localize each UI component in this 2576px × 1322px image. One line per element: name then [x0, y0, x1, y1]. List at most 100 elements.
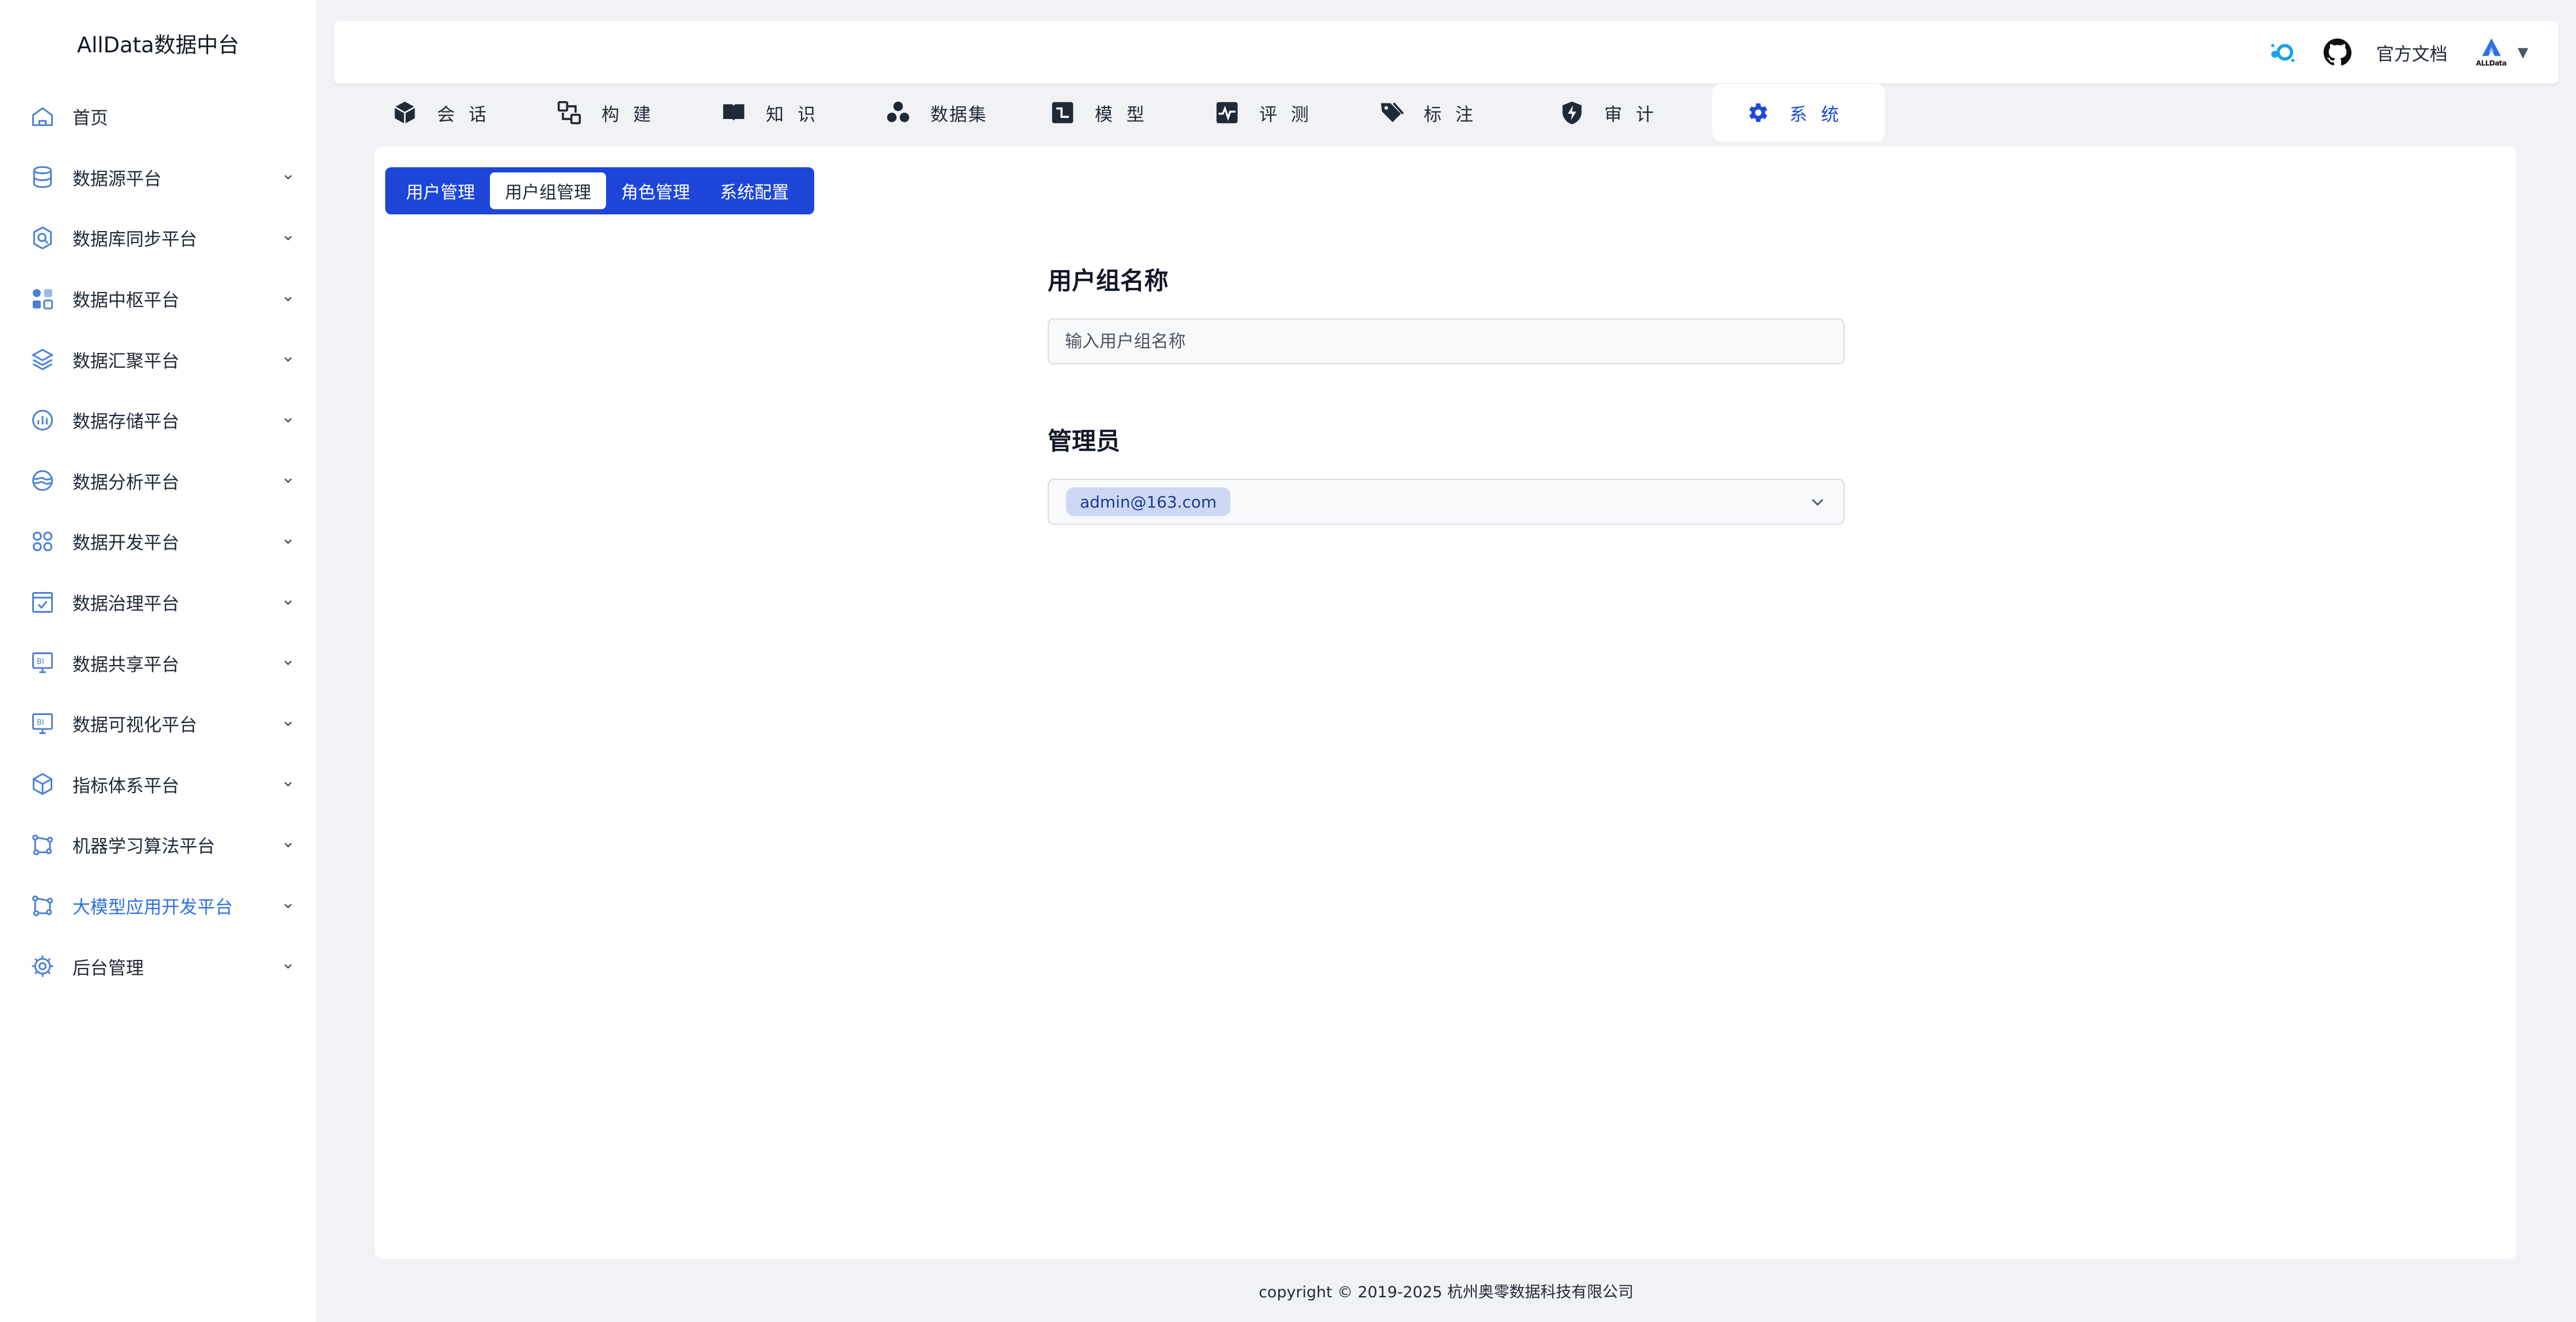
shield-bolt-icon	[1562, 101, 1582, 125]
ml-icon	[32, 834, 53, 855]
github-icon[interactable]	[2321, 36, 2353, 68]
tab-label: 标注	[1424, 104, 1487, 125]
layers-icon	[31, 348, 54, 371]
module-tabs: 会话 构建 知识 数据集 模型 评测 标注 审计 系统	[363, 84, 2514, 144]
admin-label: 管理员	[1048, 427, 1121, 455]
tab-system[interactable]: 系统	[1712, 84, 1885, 141]
sidebar-item-admin[interactable]: 后台管理	[0, 936, 316, 997]
sidebar-item-sharing[interactable]: BI 数据共享平台	[0, 632, 316, 693]
footer: copyright © 2019-2025 杭州奥零数据科技有限公司	[316, 1259, 2576, 1322]
tab-annotation[interactable]: 标注	[1379, 84, 1487, 141]
chevron-down-icon	[284, 297, 292, 301]
chevron-down-icon	[284, 964, 292, 969]
chevron-down-icon	[284, 478, 292, 483]
chevron-down-icon	[284, 599, 292, 605]
cluster-icon	[32, 531, 53, 552]
grid-icon	[32, 289, 53, 309]
sidebar-item-label: 数据共享平台	[72, 654, 179, 675]
sidebar-item-label: 数据存储平台	[72, 412, 179, 433]
chevron-down-icon	[284, 539, 292, 544]
sidebar-item-label: 机器学习算法平台	[72, 836, 215, 858]
tab-label: 审计	[1604, 104, 1667, 125]
sidebar-item-label: 首页	[72, 108, 108, 129]
sidebar-item-visualization[interactable]: BI 数据可视化平台	[0, 693, 316, 754]
subtab-user-management[interactable]: 用户管理	[391, 172, 490, 209]
sidebar-item-development[interactable]: 数据开发平台	[0, 511, 316, 572]
tab-label: 评测	[1259, 104, 1322, 125]
copyright-text: copyright © 2019-2025 杭州奥零数据科技有限公司	[1259, 1283, 1634, 1301]
subtab-system-config[interactable]: 系统配置	[705, 172, 804, 209]
sidebar-item-label: 数据中枢平台	[72, 290, 179, 312]
user-menu[interactable]: ALLData ▼	[2471, 37, 2528, 67]
system-subtabs: 用户管理 用户组管理 角色管理 系统配置	[385, 167, 814, 214]
sidebar-item-aggregation[interactable]: 数据汇聚平台	[0, 329, 316, 390]
sync-icon	[33, 226, 52, 250]
logo-text: ALLData	[2476, 59, 2507, 67]
tab-build[interactable]: 构建	[557, 84, 665, 141]
sidebar-menu: 首页 数据源平台 数据库同步平台 数据中枢平台 数据汇聚平台 数据存储平台 数据…	[0, 86, 316, 997]
tab-evaluation[interactable]: 评测	[1214, 84, 1322, 141]
sidebar-item-label: 数据开发平台	[72, 533, 179, 554]
chevron-down-icon	[284, 357, 292, 362]
tab-model[interactable]: 模型	[1050, 84, 1158, 141]
cube-solid-icon	[394, 101, 416, 124]
tab-knowledge[interactable]: 知识	[721, 84, 829, 141]
chevron-down-icon	[1812, 499, 1823, 506]
tab-label: 系统	[1789, 104, 1853, 125]
chevron-down-icon	[284, 175, 292, 180]
bi-monitor-icon: BI	[32, 652, 53, 674]
sidebar-item-label: 大模型应用开发平台	[72, 897, 233, 919]
subtab-user-group-management[interactable]: 用户组管理	[490, 172, 606, 209]
gear-solid-icon	[1749, 103, 1768, 122]
tab-dataset[interactable]: 数据集	[885, 84, 987, 141]
bi-monitor-icon: BI	[32, 713, 53, 734]
sidebar-item-datasource[interactable]: 数据源平台	[0, 147, 316, 208]
chevron-down-icon	[284, 903, 292, 908]
sidebar-item-analysis[interactable]: 数据分析平台	[0, 451, 316, 512]
sidebar-item-datahub[interactable]: 数据中枢平台	[0, 268, 316, 329]
tab-label: 模型	[1095, 104, 1158, 125]
build-icon	[557, 101, 581, 125]
chevron-down-icon	[284, 843, 292, 848]
sidebar-item-label: 数据可视化平台	[72, 715, 197, 736]
sidebar-item-label: 数据汇聚平台	[72, 351, 179, 372]
official-docs-link[interactable]: 官方文档	[2376, 40, 2448, 66]
sidebar-item-llm-dev[interactable]: 大模型应用开发平台	[0, 875, 316, 936]
user-group-form: 用户组名称 管理员 admin@163.com	[1048, 262, 1845, 525]
subtab-role-management[interactable]: 角色管理	[606, 172, 705, 209]
ai-assistant-icon[interactable]	[2266, 36, 2298, 68]
sidebar-item-label: 后台管理	[72, 958, 144, 979]
model-icon	[1052, 102, 1074, 124]
tab-label: 数据集	[930, 104, 987, 125]
sidebar-item-label: 数据治理平台	[72, 594, 179, 615]
sidebar-item-metrics[interactable]: 指标体系平台	[0, 754, 316, 815]
ml-icon	[32, 895, 53, 916]
alldata-logo-icon	[2482, 38, 2501, 56]
admin-tag[interactable]: admin@163.com	[1066, 487, 1230, 516]
tab-chat[interactable]: 会话	[392, 84, 500, 141]
group-name-label: 用户组名称	[1048, 267, 1169, 295]
tab-audit[interactable]: 审计	[1559, 84, 1667, 141]
svg-text:BI: BI	[37, 658, 44, 666]
database-icon	[33, 166, 52, 189]
chevron-down-icon	[284, 660, 292, 666]
chevron-down-icon	[284, 782, 292, 787]
storage-chart-icon	[32, 409, 53, 431]
chevron-down-icon	[284, 721, 292, 727]
admin-gear-icon	[32, 955, 53, 977]
cube-icon	[32, 773, 53, 795]
group-name-input[interactable]	[1048, 318, 1845, 364]
tab-label: 知识	[766, 104, 829, 125]
pulse-icon	[1216, 102, 1238, 124]
sidebar: AllData数据中台 首页 数据源平台 数据库同步平台 数据中枢平台 数据汇聚…	[0, 0, 316, 1322]
tags-icon	[1381, 102, 1404, 122]
sidebar-item-home[interactable]: 首页	[0, 86, 316, 147]
sidebar-item-label: 数据库同步平台	[72, 229, 197, 251]
dataset-icon	[887, 101, 910, 122]
sidebar-item-governance[interactable]: 数据治理平台	[0, 572, 316, 633]
alldata-logo: ALLData	[2471, 37, 2512, 67]
sidebar-item-ml[interactable]: 机器学习算法平台	[0, 814, 316, 875]
sidebar-item-storage[interactable]: 数据存储平台	[0, 390, 316, 451]
sidebar-item-dbsync[interactable]: 数据库同步平台	[0, 207, 316, 268]
admin-select[interactable]: admin@163.com	[1048, 479, 1845, 525]
